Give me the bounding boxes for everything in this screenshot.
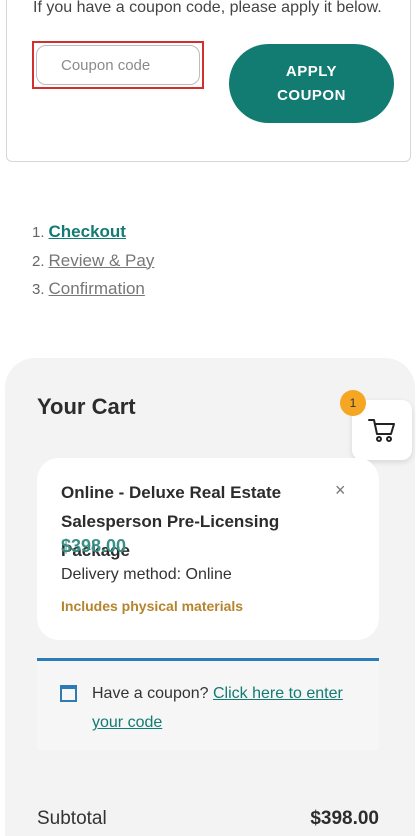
item-materials-note: Includes physical materials <box>61 598 244 614</box>
coupon-code-input[interactable] <box>36 45 200 85</box>
item-price: $398.00 <box>61 536 127 556</box>
step-confirmation: 3. Confirmation <box>32 279 154 308</box>
step-link-review-pay[interactable]: Review & Pay <box>49 251 155 271</box>
step-number: 2. <box>32 252 45 270</box>
coupon-toggle-text: Have a coupon? Click here to enter your … <box>92 679 362 737</box>
coupon-toggle-notice: Have a coupon? Click here to enter your … <box>37 658 379 750</box>
subtotal-value: $398.00 <box>310 808 379 829</box>
step-number: 3. <box>32 281 45 298</box>
cart-item-card: Online - Deluxe Real Estate Salesperson … <box>37 458 379 640</box>
remove-item-button[interactable]: × <box>335 480 346 501</box>
step-checkout: 1. Checkout <box>32 222 154 251</box>
item-delivery-method: Delivery method: Online <box>61 566 232 583</box>
step-number: 1. <box>32 224 45 241</box>
subtotal-label: Subtotal <box>37 808 107 829</box>
cart-panel: Your Cart 1 Online - Deluxe Real Estate … <box>5 358 415 836</box>
calendar-icon <box>60 685 77 702</box>
coupon-hint: If you have a coupon code, please apply … <box>33 0 382 16</box>
checkout-steps: 1. Checkout 2. Review & Pay 3. Confirmat… <box>32 222 154 308</box>
cart-count-badge: 1 <box>340 390 366 416</box>
subtotal-row: Subtotal $398.00 <box>37 808 379 830</box>
apply-coupon-button[interactable]: APPLY COUPON <box>229 44 394 123</box>
coupon-form: If you have a coupon code, please apply … <box>6 0 411 162</box>
coupon-input-highlight <box>32 41 204 89</box>
cart-icon <box>368 419 395 442</box>
step-link-confirmation[interactable]: Confirmation <box>49 279 145 299</box>
coupon-prompt: Have a coupon? <box>92 685 209 702</box>
cart-title: Your Cart <box>37 394 136 419</box>
step-review-pay: 2. Review & Pay <box>32 251 154 280</box>
step-link-checkout[interactable]: Checkout <box>49 222 126 242</box>
